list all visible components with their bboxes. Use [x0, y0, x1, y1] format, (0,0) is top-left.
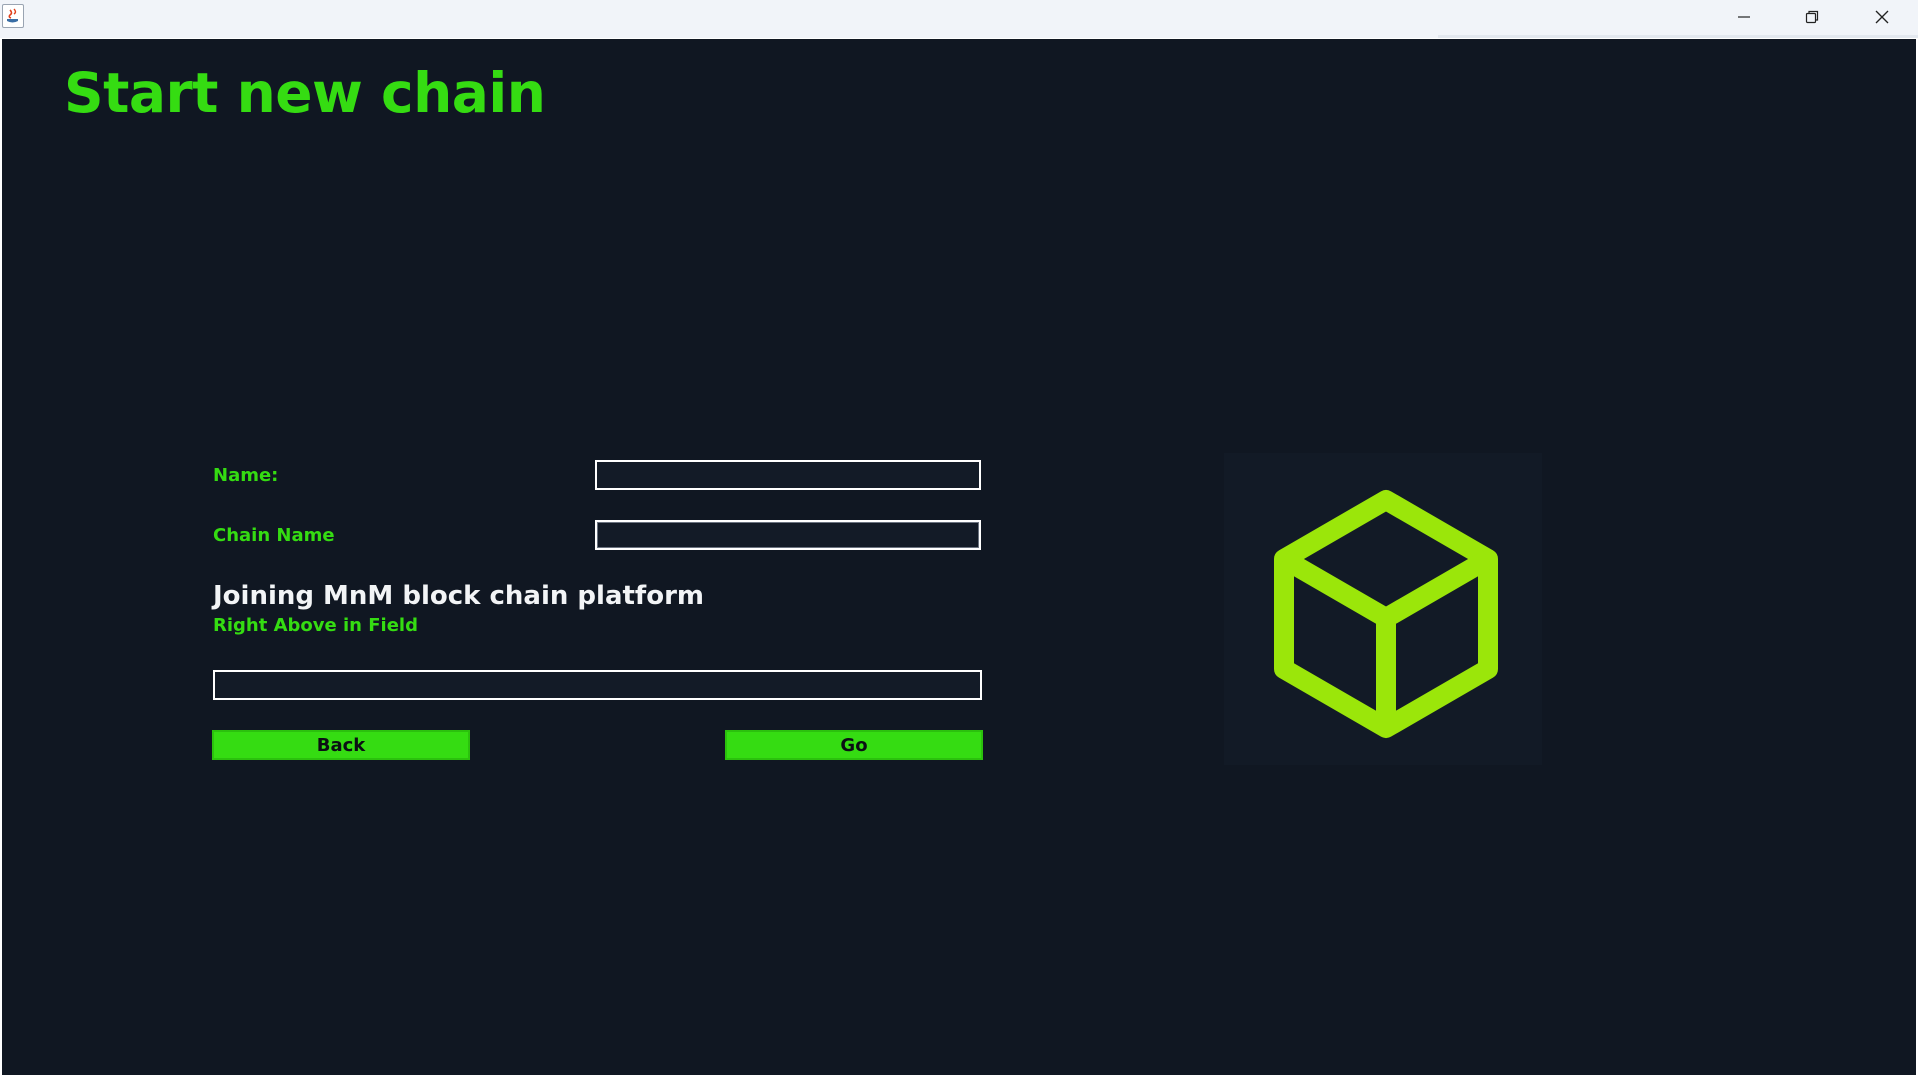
name-label: Name: — [213, 465, 279, 486]
chain-name-label: Chain Name — [213, 525, 335, 546]
title-bar-accent — [1438, 35, 1918, 38]
extra-input[interactable] — [213, 670, 982, 700]
java-app-icon[interactable] — [2, 4, 24, 28]
hint-label: Right Above in Field — [213, 615, 418, 636]
title-bar — [0, 0, 1918, 38]
chain-name-input[interactable] — [595, 520, 981, 550]
platform-heading: Joining MnM block chain platform — [213, 581, 705, 611]
page-title: Start new chain — [64, 61, 546, 125]
close-icon — [1875, 10, 1889, 24]
cube-icon — [1274, 490, 1498, 738]
minimize-icon — [1738, 16, 1750, 18]
back-button-label: Back — [316, 734, 366, 756]
name-input[interactable] — [595, 460, 981, 490]
restore-icon — [1805, 10, 1819, 24]
close-button[interactable] — [1848, 0, 1916, 34]
restore-button[interactable] — [1778, 0, 1846, 34]
minimize-button[interactable] — [1710, 0, 1778, 34]
go-button[interactable]: Go — [725, 730, 983, 760]
go-button-label: Go — [840, 734, 868, 756]
app-window: Start new chain Name: Chain Name Joining… — [0, 0, 1918, 1075]
main-panel: Start new chain Name: Chain Name Joining… — [2, 39, 1916, 1075]
logo-panel — [1224, 453, 1542, 765]
back-button[interactable]: Back — [212, 730, 470, 760]
